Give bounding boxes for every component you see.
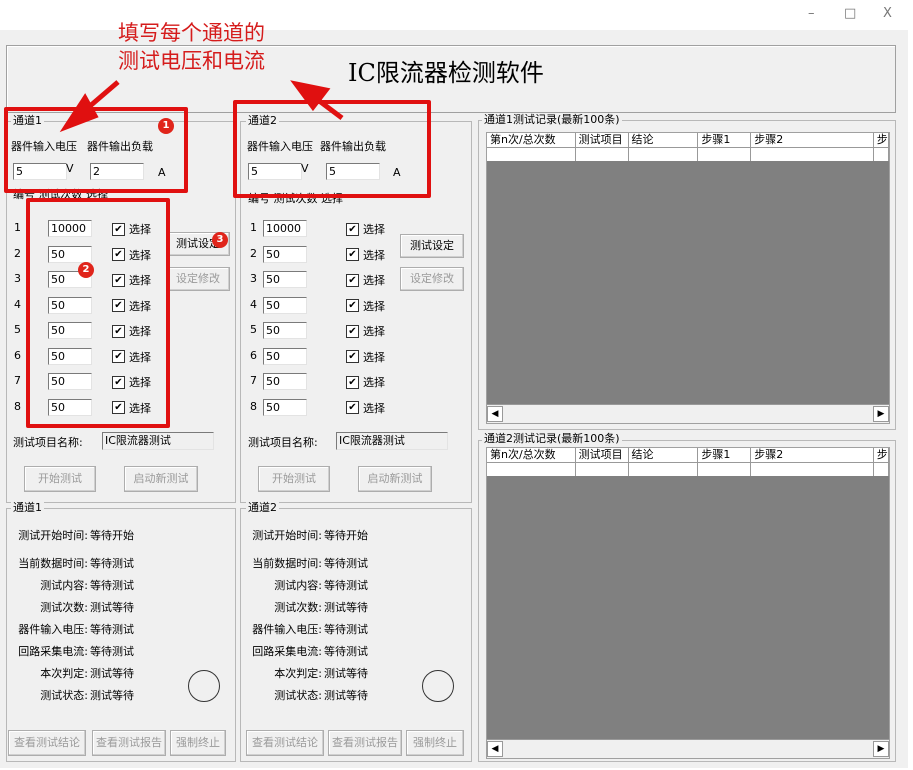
annotation-arrows [59,80,344,133]
